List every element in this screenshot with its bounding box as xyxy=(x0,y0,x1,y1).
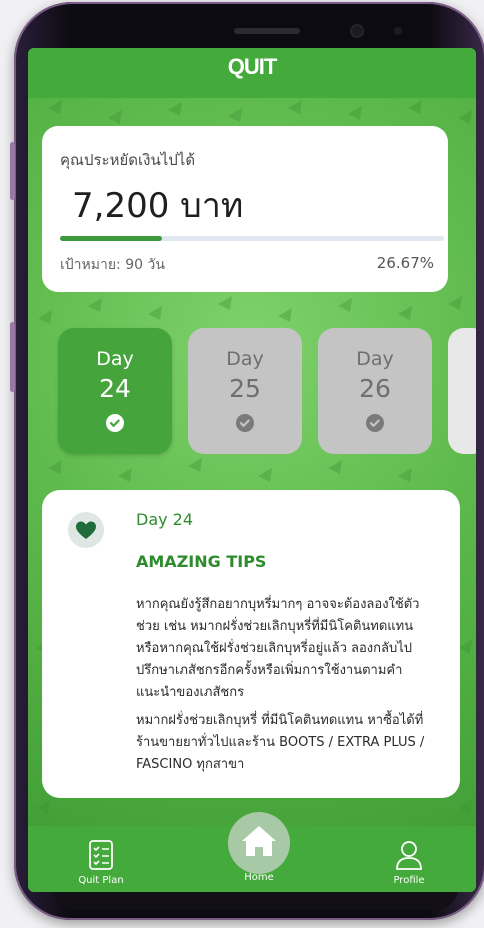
checklist-icon xyxy=(89,840,113,870)
heart-icon xyxy=(76,521,96,539)
profile-icon xyxy=(396,841,422,870)
day-tile-next[interactable] xyxy=(448,328,476,454)
earpiece-speaker xyxy=(234,28,300,34)
check-circle-icon xyxy=(366,414,384,432)
nav-home-label: Home xyxy=(244,872,274,883)
day-number: 26 xyxy=(359,374,391,403)
savings-progress-fill xyxy=(60,236,163,241)
app-screen: QUIT คุณประหยัดเงินไปได้ 7,200 บาท เป้าห… xyxy=(28,48,476,892)
tip-card: Day 24 AMAZING TIPS หากคุณยังรู้สึกอยากบ… xyxy=(42,490,460,798)
day-label: Day xyxy=(226,348,264,370)
app-logo: QUIT xyxy=(227,54,278,79)
proximity-sensor xyxy=(394,27,402,35)
bixby-button xyxy=(10,322,15,392)
day-label: Day xyxy=(96,348,134,370)
savings-label: คุณประหยัดเงินไปได้ xyxy=(60,151,196,169)
home-icon xyxy=(242,826,276,856)
day-label: Day xyxy=(356,348,394,370)
volume-button xyxy=(10,142,15,200)
tip-day: Day 24 xyxy=(136,510,194,529)
heart-badge xyxy=(68,512,104,548)
check-circle-icon xyxy=(236,414,254,432)
front-camera xyxy=(352,26,362,36)
tip-paragraph-2: หมากฝรั่งช่วยเลิกบุหรี่ ที่มีนิโคตินทดแท… xyxy=(136,713,425,772)
day-number: 24 xyxy=(99,374,131,403)
nav-profile[interactable]: Profile xyxy=(374,838,444,886)
nav-quit-plan-label: Quit Plan xyxy=(78,875,124,886)
day-tile-25[interactable]: Day 25 xyxy=(188,328,302,454)
savings-card: คุณประหยัดเงินไปได้ 7,200 บาท เป้าหมาย: … xyxy=(42,126,448,292)
savings-progress-track xyxy=(60,236,444,241)
day-tile-26[interactable]: Day 26 xyxy=(318,328,432,454)
tip-paragraph-1: หากคุณยังรู้สึกอยากบุหรี่มากๆ อาจจะต้องล… xyxy=(136,597,420,700)
home-button[interactable] xyxy=(228,812,290,874)
nav-profile-label: Profile xyxy=(393,875,425,886)
day-tile-24[interactable]: Day 24 xyxy=(58,328,172,454)
progress-percent: 26.67% xyxy=(376,254,434,272)
day-number: 25 xyxy=(229,374,261,403)
check-circle-icon xyxy=(106,414,124,432)
tip-title: AMAZING TIPS xyxy=(136,552,267,571)
savings-amount: 7,200 บาท xyxy=(72,186,244,226)
goal-text: เป้าหมาย: 90 วัน xyxy=(60,257,165,273)
app-header: QUIT xyxy=(28,48,476,98)
nav-quit-plan[interactable]: Quit Plan xyxy=(66,838,136,886)
